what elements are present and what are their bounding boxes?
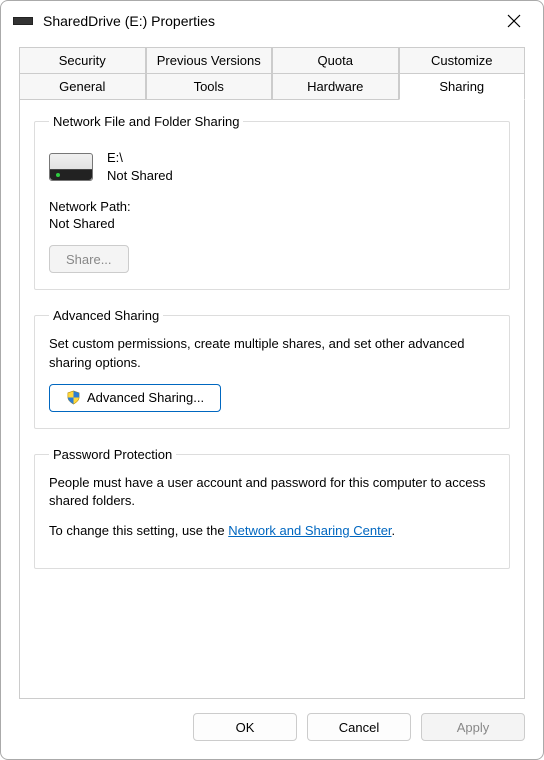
apply-button[interactable]: Apply bbox=[421, 713, 525, 741]
tab-general[interactable]: General bbox=[19, 73, 146, 100]
tab-previous-versions[interactable]: Previous Versions bbox=[146, 47, 273, 73]
tab-customize[interactable]: Customize bbox=[399, 47, 526, 73]
network-path-label: Network Path: bbox=[49, 199, 495, 214]
network-sharing-center-link[interactable]: Network and Sharing Center bbox=[228, 523, 391, 538]
share-button[interactable]: Share... bbox=[49, 245, 129, 273]
tab-sharing[interactable]: Sharing bbox=[399, 73, 526, 100]
advanced-sharing-button-label: Advanced Sharing... bbox=[87, 390, 204, 405]
close-button[interactable] bbox=[495, 6, 533, 36]
drive-label: E:\ bbox=[107, 149, 173, 167]
ok-button[interactable]: OK bbox=[193, 713, 297, 741]
tab-hardware[interactable]: Hardware bbox=[272, 73, 399, 100]
tab-tools[interactable]: Tools bbox=[146, 73, 273, 100]
close-icon bbox=[507, 14, 521, 28]
advanced-sharing-desc: Set custom permissions, create multiple … bbox=[49, 335, 495, 371]
drive-titlebar-icon bbox=[13, 17, 33, 25]
drive-icon bbox=[49, 153, 93, 181]
tab-content-sharing: Network File and Folder Sharing E:\ Not … bbox=[19, 100, 525, 699]
group-network-sharing-legend: Network File and Folder Sharing bbox=[49, 114, 243, 129]
advanced-sharing-button[interactable]: Advanced Sharing... bbox=[49, 384, 221, 412]
drive-share-status: Not Shared bbox=[107, 167, 173, 185]
tab-strip: Security Previous Versions Quota Customi… bbox=[1, 41, 543, 100]
network-path-value: Not Shared bbox=[49, 216, 495, 231]
password-line2-suffix: . bbox=[392, 523, 396, 538]
group-network-sharing: Network File and Folder Sharing E:\ Not … bbox=[34, 114, 510, 290]
titlebar: SharedDrive (E:) Properties bbox=[1, 1, 543, 41]
group-advanced-sharing: Advanced Sharing Set custom permissions,… bbox=[34, 308, 510, 428]
group-advanced-sharing-legend: Advanced Sharing bbox=[49, 308, 163, 323]
tab-quota[interactable]: Quota bbox=[272, 47, 399, 73]
password-line2-prefix: To change this setting, use the bbox=[49, 523, 228, 538]
uac-shield-icon bbox=[66, 390, 81, 405]
group-password-protection-legend: Password Protection bbox=[49, 447, 176, 462]
tab-security[interactable]: Security bbox=[19, 47, 146, 73]
window-title: SharedDrive (E:) Properties bbox=[43, 13, 495, 29]
cancel-button[interactable]: Cancel bbox=[307, 713, 411, 741]
group-password-protection: Password Protection People must have a u… bbox=[34, 447, 510, 570]
dialog-footer: OK Cancel Apply bbox=[1, 699, 543, 759]
properties-dialog: SharedDrive (E:) Properties Security Pre… bbox=[0, 0, 544, 760]
password-protection-line2: To change this setting, use the Network … bbox=[49, 522, 495, 540]
password-protection-line1: People must have a user account and pass… bbox=[49, 474, 495, 510]
